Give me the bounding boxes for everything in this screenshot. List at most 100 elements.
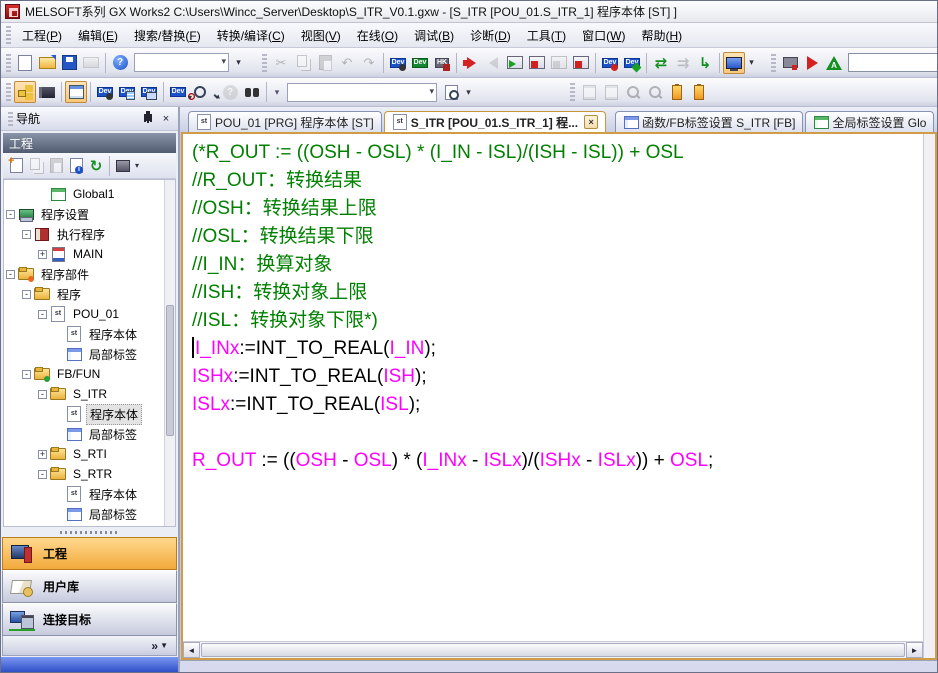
refresh-button[interactable]: ↻ (86, 156, 106, 176)
sort-button[interactable] (113, 156, 133, 176)
tree-item[interactable]: Global1 (6, 184, 164, 204)
save-project-button[interactable] (58, 52, 80, 74)
collapse-icon[interactable]: - (38, 390, 47, 399)
find-button[interactable] (241, 81, 263, 103)
expand-icon[interactable]: + (38, 250, 47, 259)
copy-data-button[interactable] (26, 156, 46, 176)
cut-button[interactable]: ✂ (270, 52, 292, 74)
device-comment-button[interactable] (409, 52, 431, 74)
panel-button-proj[interactable]: 工程 (2, 537, 177, 570)
collapse-icon[interactable]: - (6, 270, 15, 279)
watch-window-button[interactable] (167, 81, 189, 103)
context-help-button[interactable] (219, 81, 241, 103)
expand-icon[interactable]: + (38, 450, 47, 459)
data-property-button[interactable] (66, 156, 86, 176)
menubar-grip[interactable] (6, 26, 11, 44)
run-button[interactable] (801, 52, 823, 74)
editor-tab[interactable]: 全局标签设置 Glo (805, 111, 934, 132)
st-code-editor[interactable]: (*R_OUT := ((OSH - OSL) * (I_IN - ISL)/(… (183, 134, 923, 641)
tree-item[interactable]: +S_RTI (6, 444, 164, 464)
tree-scrollbar[interactable] (164, 180, 175, 526)
paste-data-button[interactable] (46, 156, 66, 176)
module-configuration-button[interactable] (36, 81, 58, 103)
editor-horizontal-scrollbar[interactable]: ◄ ► (183, 641, 923, 658)
toolbar-overflow-3[interactable] (462, 81, 475, 103)
open-project-button[interactable] (36, 52, 58, 74)
tree-item[interactable]: -程序 (6, 284, 164, 304)
device-test-off-button[interactable] (599, 52, 621, 74)
scroll-left-button[interactable]: ◄ (183, 642, 200, 658)
search-combo[interactable] (287, 83, 437, 102)
print-button[interactable] (80, 52, 102, 74)
device-memory-button[interactable] (431, 52, 453, 74)
device-batch-monitor-button[interactable] (116, 81, 138, 103)
menu-debug[interactable]: 调试(B) (406, 24, 462, 47)
project-combo[interactable] (134, 53, 229, 72)
panel-splitter[interactable] (1, 527, 178, 537)
collapse-icon[interactable]: - (22, 230, 31, 239)
menu-convert-compile[interactable]: 转换/编译(C) (209, 24, 293, 47)
syntax-check-button[interactable] (823, 52, 845, 74)
tree-item[interactable]: 局部标签 (6, 504, 164, 524)
tree-item[interactable]: -程序设置 (6, 204, 164, 224)
convert-button[interactable]: ⇄ (650, 52, 672, 74)
monitor-stop-button[interactable] (526, 52, 548, 74)
toolbar-grip[interactable] (771, 54, 776, 72)
undo-button[interactable]: ↶ (336, 52, 358, 74)
scan-time-display[interactable]: 100ms (848, 53, 937, 72)
toolbar-grip[interactable] (6, 83, 11, 101)
pin-icon[interactable] (140, 111, 156, 126)
zoom-out-button[interactable] (644, 81, 666, 103)
collapse-icon[interactable]: - (38, 310, 47, 319)
panel-button-conn[interactable]: 连接目标 (2, 603, 177, 636)
tree-item[interactable]: 局部标签 (6, 424, 164, 444)
toolbar-grip[interactable] (570, 83, 575, 101)
zoom-in-button[interactable] (622, 81, 644, 103)
menu-project[interactable]: 工程(P) (14, 24, 70, 47)
menu-edit[interactable]: 编辑(E) (70, 24, 126, 47)
battery-status-button[interactable] (666, 81, 688, 103)
editor-vertical-scrollbar[interactable] (923, 134, 935, 658)
menu-tools[interactable]: 工具(T) (519, 24, 574, 47)
monitor-mode-button[interactable] (723, 52, 745, 74)
new-data-button[interactable] (6, 156, 26, 176)
menu-view[interactable]: 视图(V) (293, 24, 349, 47)
collapse-icon[interactable]: - (6, 210, 15, 219)
toolbar-overflow-1[interactable] (232, 52, 245, 74)
device-search-button[interactable] (189, 81, 211, 103)
editor-tab[interactable]: 函数/FB标签设置 S_ITR [FB] (615, 111, 803, 132)
editor-tab[interactable]: S_ITR [POU_01.S_ITR_1] 程...× (384, 111, 606, 132)
nav-grip[interactable] (8, 112, 13, 126)
toolbar-grip[interactable] (6, 54, 11, 72)
read-from-plc-button[interactable] (482, 52, 504, 74)
editor-tab[interactable]: POU_01 [PRG] 程序本体 [ST] (188, 111, 382, 132)
battery-status-2-button[interactable] (688, 81, 710, 103)
toolbar-overflow-2[interactable] (745, 52, 758, 74)
device-network-button[interactable] (138, 81, 160, 103)
convert-check-button[interactable]: ↳ (694, 52, 716, 74)
paste-button[interactable] (314, 52, 336, 74)
collapse-icon[interactable]: - (22, 290, 31, 299)
scroll-right-button[interactable]: ► (906, 642, 923, 658)
navigation-window-toggle[interactable] (14, 81, 36, 103)
tree-item[interactable]: -程序部件 (6, 264, 164, 284)
tree-item[interactable]: 程序本体 (6, 484, 164, 504)
collapse-icon[interactable]: - (22, 370, 31, 379)
toolbar-grip[interactable] (262, 54, 267, 72)
panel-button-lib[interactable]: 用户库 (2, 570, 177, 603)
tree-item[interactable]: -S_RTR (6, 464, 164, 484)
copy-button[interactable] (292, 52, 314, 74)
tree-item[interactable]: -FB/FUN (6, 364, 164, 384)
device-find-2-button[interactable] (94, 81, 116, 103)
device-test-on-button[interactable] (621, 52, 643, 74)
monitor-pause-button[interactable] (548, 52, 570, 74)
tree-scrollbar-thumb[interactable] (166, 305, 174, 436)
tree-item[interactable]: -S_ITR (6, 384, 164, 404)
help-button[interactable] (109, 52, 131, 74)
tab-close-icon[interactable]: × (584, 115, 598, 129)
monitor-start-button[interactable] (504, 52, 526, 74)
new-project-button[interactable] (14, 52, 36, 74)
tree-item[interactable]: 程序本体 (6, 324, 164, 344)
menu-find-replace[interactable]: 搜索/替换(F) (126, 24, 209, 47)
menu-help[interactable]: 帮助(H) (633, 24, 690, 47)
